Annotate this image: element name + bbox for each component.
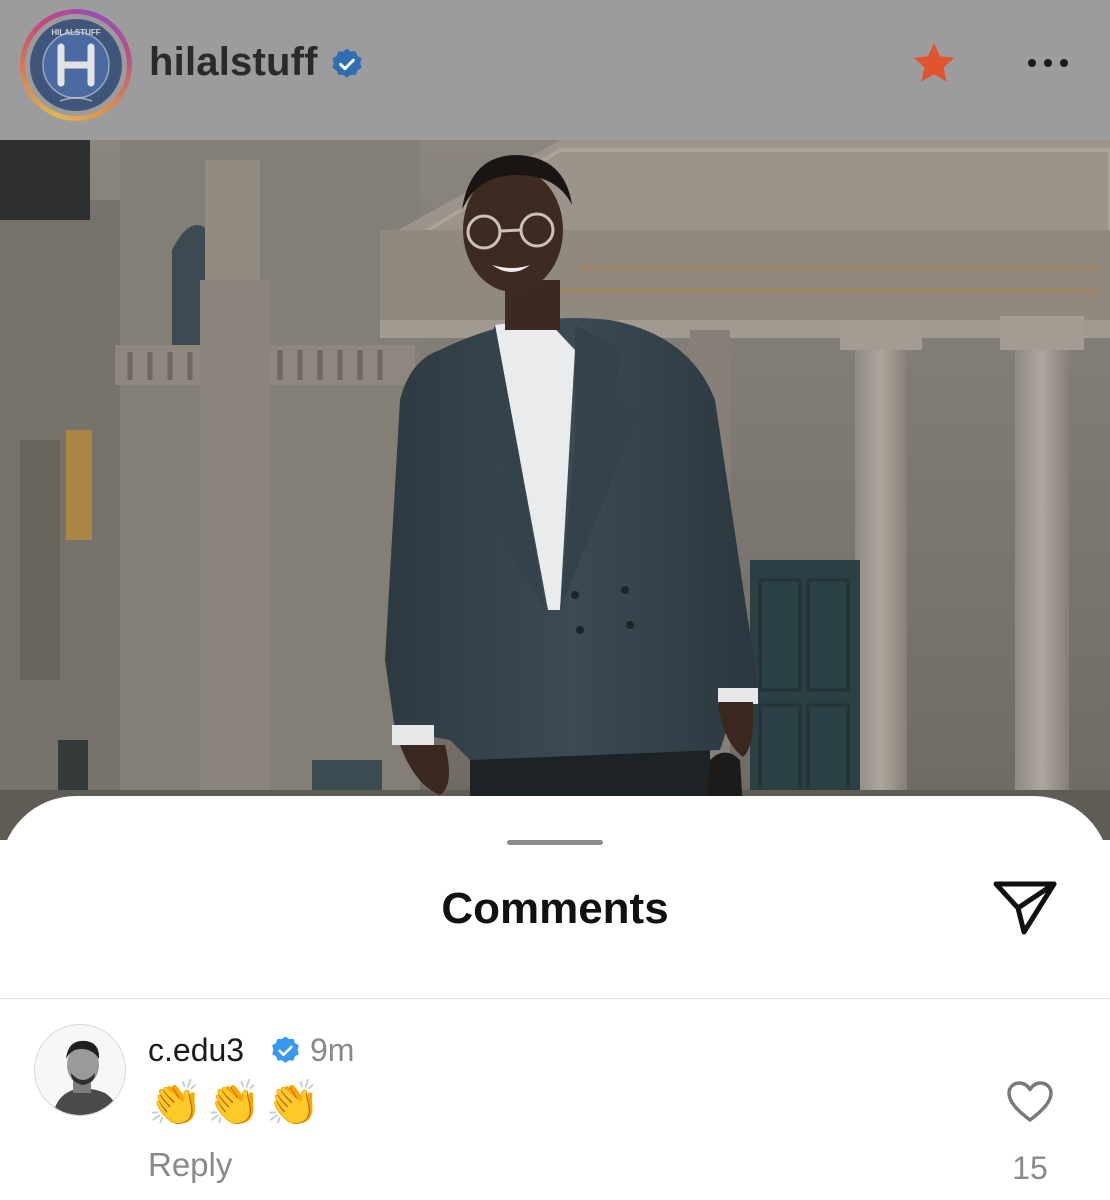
star-icon[interactable] bbox=[911, 40, 957, 86]
profile-avatar[interactable]: HILALSTUFF bbox=[20, 9, 132, 121]
comment-timestamp: 9m bbox=[310, 1032, 355, 1068]
like-count: 15 bbox=[1012, 1150, 1048, 1186]
post-header: HILALSTUFF hilalstuff bbox=[0, 0, 1110, 140]
verified-badge-icon bbox=[332, 48, 362, 78]
al-hilal-club-logo-icon: HILALSTUFF bbox=[30, 19, 122, 111]
heart-icon[interactable] bbox=[1006, 1080, 1054, 1124]
comments-sheet: Comments c.edu3 9m 👏👏👏 Reply 15 bbox=[0, 796, 1110, 1200]
comments-title: Comments bbox=[441, 884, 669, 933]
commenter-avatar[interactable] bbox=[34, 1024, 126, 1116]
comment-text: 👏👏👏 bbox=[148, 1079, 325, 1128]
comment-username[interactable]: c.edu3 bbox=[148, 1032, 244, 1069]
verified-badge-icon bbox=[272, 1036, 299, 1063]
sheet-divider bbox=[0, 998, 1110, 999]
logo-text: HILALSTUFF bbox=[51, 28, 100, 37]
header-username[interactable]: hilalstuff bbox=[149, 40, 318, 85]
sheet-drag-handle[interactable] bbox=[507, 840, 603, 845]
reply-button[interactable]: Reply bbox=[148, 1146, 232, 1184]
more-horizontal-icon[interactable] bbox=[1024, 50, 1072, 76]
send-icon[interactable] bbox=[990, 876, 1062, 940]
post-photo bbox=[0, 140, 1110, 840]
